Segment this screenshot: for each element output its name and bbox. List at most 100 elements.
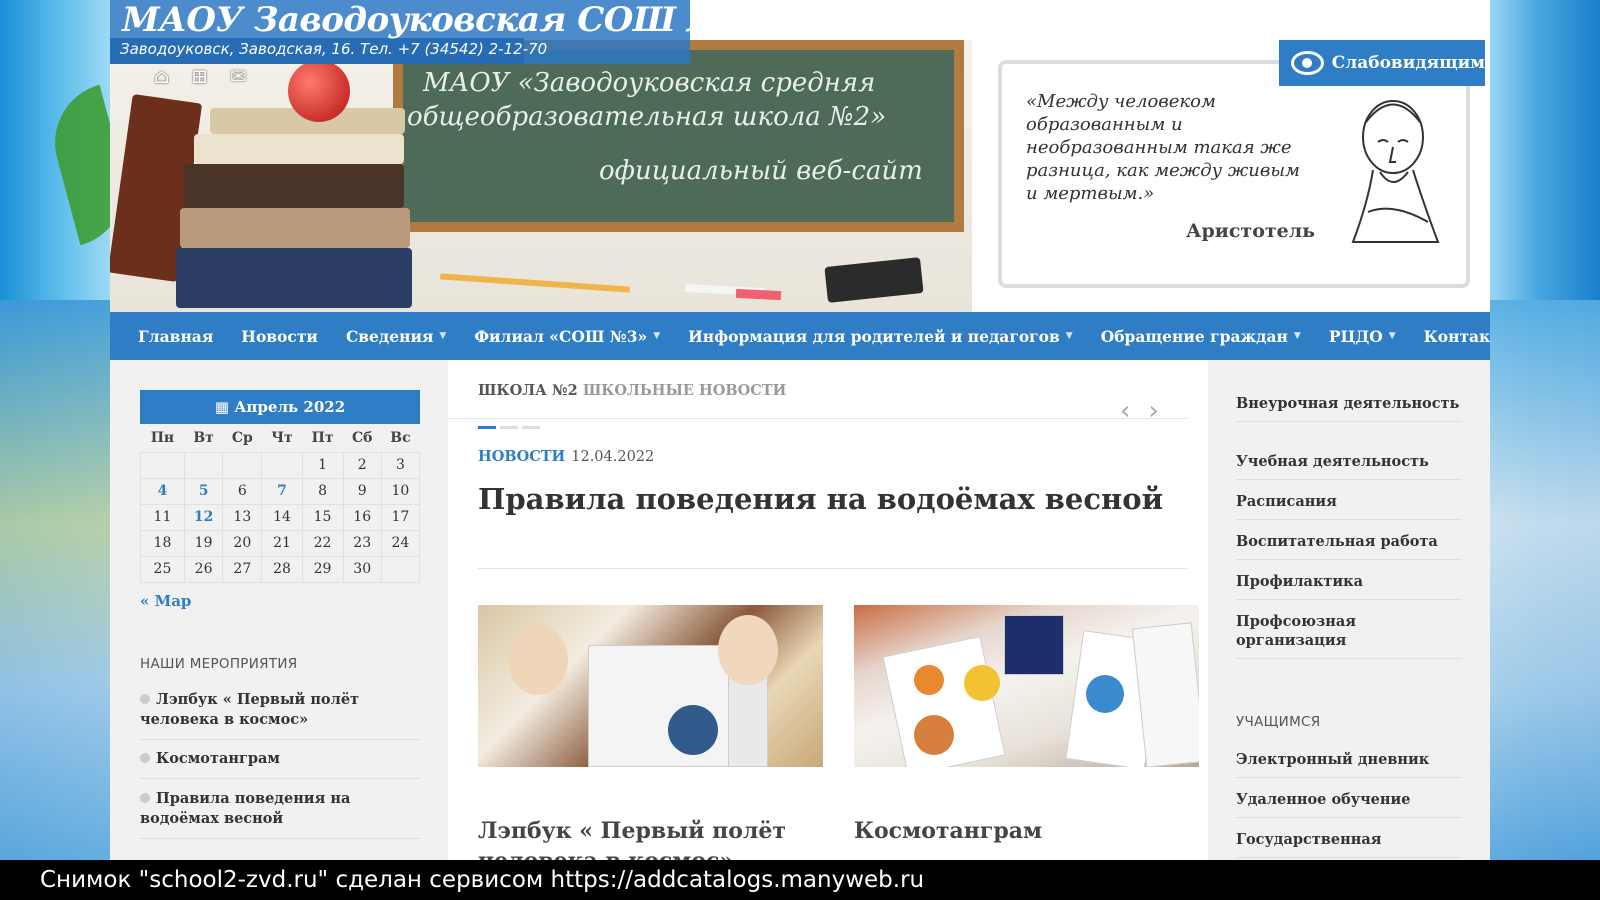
chevron-down-icon: ▼ bbox=[653, 331, 661, 341]
nav-item-rcdo[interactable]: РЦДО ▼ bbox=[1329, 327, 1410, 346]
sidebar-link[interactable]: Воспитательная работа bbox=[1236, 532, 1462, 560]
calendar-day: 8 bbox=[301, 477, 344, 505]
nav-item-home[interactable]: Главная bbox=[138, 327, 227, 346]
sidebar-link[interactable]: Профилактика bbox=[1236, 572, 1462, 600]
post-nav-arrows: ‹ › bbox=[1120, 396, 1159, 426]
chalk-piece-red bbox=[735, 288, 782, 301]
calendar-day: 22 bbox=[301, 529, 344, 557]
calendar-day-link[interactable]: 4 bbox=[140, 477, 185, 505]
books-stack bbox=[110, 78, 412, 312]
bullet-icon bbox=[140, 694, 150, 704]
nav-item-appeals[interactable]: Обращение граждан ▼ bbox=[1101, 327, 1315, 346]
calendar-day: 14 bbox=[261, 503, 303, 531]
chevron-down-icon: ▼ bbox=[1293, 331, 1301, 341]
main-nav: Главная Новости Сведения ▼ Филиал «СОШ №3… bbox=[110, 312, 1490, 360]
nav-item-branch[interactable]: Филиал «СОШ №3» ▼ bbox=[474, 327, 674, 346]
events-heading: НАШИ МЕРОПРИЯТИЯ bbox=[140, 656, 298, 672]
visually-impaired-button[interactable]: Слабовидящим bbox=[1279, 40, 1485, 86]
chalkboard-line-1: МАОУ «Заводоуковская средняя bbox=[423, 68, 876, 98]
pencil bbox=[440, 273, 630, 293]
calendar-day: 16 bbox=[342, 503, 382, 531]
visually-impaired-label: Слабовидящим bbox=[1331, 53, 1485, 73]
calendar-day: 18 bbox=[140, 529, 185, 557]
apple bbox=[288, 60, 350, 122]
bullet-icon bbox=[140, 793, 150, 803]
quote-text: «Между человеком образованным и необразо… bbox=[1026, 91, 1300, 204]
calendar-day: 26 bbox=[183, 555, 224, 583]
calendar-day-link[interactable]: 7 bbox=[261, 477, 303, 505]
sidebar-link[interactable]: Расписания bbox=[1236, 492, 1462, 520]
banner-image: МАОУ «Заводоуковская средняя общеобразов… bbox=[110, 40, 972, 312]
calendar-day: 11 bbox=[140, 503, 185, 531]
calendar-day: 25 bbox=[140, 555, 185, 583]
site-title-box: МАОУ Заводоуковская СОШ №2 Заводоуковск,… bbox=[110, 0, 747, 64]
calendar-day: 29 bbox=[301, 555, 344, 583]
slider-indicator bbox=[478, 426, 540, 429]
site-subtitle: Заводоуковск, Заводская, 16. Тел. +7 (34… bbox=[120, 40, 548, 58]
calendar-icon: ▦ bbox=[214, 398, 235, 416]
nav-item-contacts[interactable]: Контакты bbox=[1424, 327, 1490, 346]
calendar-day: 15 bbox=[301, 503, 344, 531]
calendar-day: 27 bbox=[222, 555, 263, 583]
chevron-left-icon[interactable]: ‹ bbox=[1120, 396, 1130, 426]
post-title[interactable]: Правила поведения на водоёмах весной bbox=[478, 482, 1178, 516]
page-wrapper: МАОУ «Заводоуковская средняя общеобразов… bbox=[110, 0, 1490, 860]
calendar-weekday: Пн bbox=[150, 429, 175, 446]
sidebar-link[interactable]: Удаленное обучение bbox=[1236, 790, 1462, 818]
mail-icon[interactable]: ✉ bbox=[230, 64, 247, 88]
calendar-day-link[interactable]: 5 bbox=[183, 477, 224, 505]
eraser bbox=[824, 257, 924, 303]
calendar-day: 21 bbox=[261, 529, 303, 557]
card-image-lapbook[interactable] bbox=[478, 605, 823, 767]
quote-box: «Между человеком образованным и необразо… bbox=[998, 60, 1470, 288]
calendar-weekday: Вт bbox=[193, 429, 214, 446]
calendar-empty-cell bbox=[261, 451, 303, 479]
sidebar-link[interactable]: Профсоюзная организация bbox=[1236, 612, 1462, 659]
calendar-weekday: Сб bbox=[351, 429, 373, 446]
calendar-day: 24 bbox=[380, 529, 421, 557]
calendar-day: 2 bbox=[342, 451, 382, 479]
chevron-down-icon: ▼ bbox=[439, 331, 447, 341]
sidebar-link[interactable]: Внеурочная деятельность bbox=[1236, 394, 1462, 422]
chevron-down-icon: ▼ bbox=[1065, 331, 1073, 341]
bullet-icon bbox=[140, 753, 150, 763]
sidebar-link[interactable]: Государственная bbox=[1236, 830, 1462, 858]
calendar-day: 28 bbox=[261, 555, 303, 583]
post-meta: НОВОСТИ 12.04.2022 bbox=[478, 448, 654, 465]
aristotle-bust-image bbox=[1351, 100, 1440, 243]
calendar-day: 6 bbox=[222, 477, 263, 505]
main-content: ШКОЛА №2 ШКОЛЬНЫЕ НОВОСТИ ‹ › НОВОСТИ 12.… bbox=[448, 360, 1208, 860]
calendar-day: 17 bbox=[380, 503, 421, 531]
calendar-day: 20 bbox=[222, 529, 263, 557]
event-item[interactable]: Правила поведения на водоёмах весной bbox=[140, 789, 420, 839]
calendar-day: 1 bbox=[301, 451, 344, 479]
post-date: 12.04.2022 bbox=[571, 449, 655, 465]
sidebar-link[interactable]: Электронный дневник bbox=[1236, 750, 1462, 778]
chevron-right-icon[interactable]: › bbox=[1148, 396, 1158, 426]
event-item[interactable]: Лэпбук « Первый полёт человека в космос» bbox=[140, 690, 420, 740]
card-title-lapbook[interactable]: Лэпбук « Первый полёт человека в космос» bbox=[478, 816, 818, 860]
calendar-header: ▦ Апрель 2022 bbox=[140, 390, 420, 424]
event-item[interactable]: Космотанграм bbox=[140, 749, 420, 779]
card-image-kosmotangram[interactable] bbox=[854, 605, 1199, 767]
site-title[interactable]: МАОУ Заводоуковская СОШ №2 bbox=[122, 0, 747, 40]
calendar-weekday: Пт bbox=[311, 429, 334, 446]
chalkboard-line-3: официальный веб-сайт bbox=[599, 156, 923, 186]
breadcrumb-school[interactable]: ШКОЛА №2 bbox=[478, 382, 578, 399]
calendar-day-link[interactable]: 12 bbox=[183, 503, 224, 531]
nav-item-parents[interactable]: Информация для родителей и педагогов ▼ bbox=[688, 327, 1087, 346]
card-title-kosmotangram[interactable]: Космотанграм bbox=[854, 816, 1194, 846]
home-icon[interactable]: ⌂ bbox=[154, 64, 169, 88]
chevron-down-icon: ▼ bbox=[1388, 331, 1396, 341]
calendar-weekday: Ср bbox=[231, 429, 253, 446]
left-sidebar: ▦ Апрель 2022 Пн Вт Ср Чт Пт Сб Вс 1 2 3 4 5 6 7 8 9 10… bbox=[110, 360, 448, 860]
calendar-prev-link[interactable]: « Мар bbox=[140, 592, 191, 610]
post-category[interactable]: НОВОСТИ bbox=[478, 448, 565, 465]
calendar-day: 10 bbox=[380, 477, 421, 505]
breadcrumb-news[interactable]: ШКОЛЬНЫЕ НОВОСТИ bbox=[583, 382, 786, 399]
sitemap-icon[interactable]: ⊞ bbox=[191, 64, 208, 88]
nav-item-news[interactable]: Новости bbox=[241, 327, 332, 346]
sidebar-link[interactable]: Учебная деятельность bbox=[1236, 452, 1462, 480]
nav-item-info[interactable]: Сведения ▼ bbox=[346, 327, 460, 346]
calendar-day: 30 bbox=[342, 555, 382, 583]
